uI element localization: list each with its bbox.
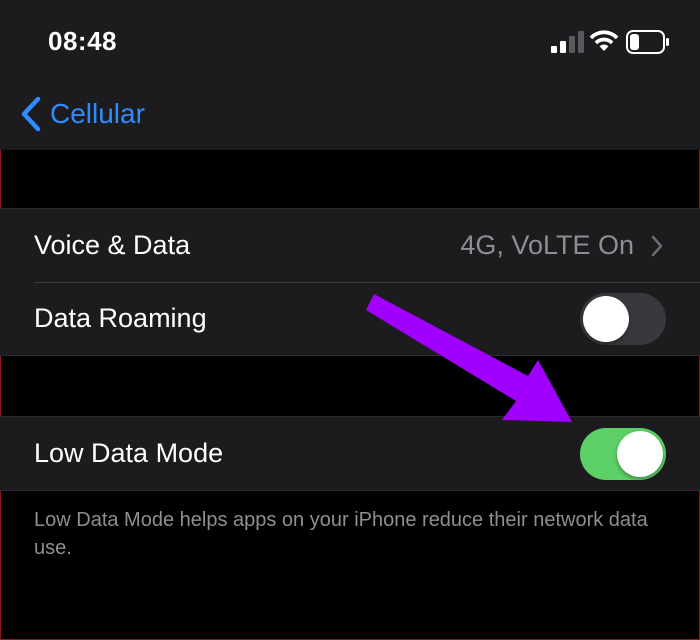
- data-roaming-label: Data Roaming: [34, 303, 207, 333]
- back-label: Cellular: [50, 98, 145, 129]
- voice-data-label: Voice & Data: [34, 230, 191, 260]
- settings-group-cellular: Voice & Data 4G, VoLTE On Data Roaming: [0, 208, 700, 356]
- voice-data-row[interactable]: Voice & Data 4G, VoLTE On: [0, 209, 700, 282]
- toggle-knob: [617, 430, 663, 477]
- data-roaming-row: Data Roaming: [0, 282, 700, 355]
- wifi-icon: [589, 30, 619, 51]
- low-data-mode-row: Low Data Mode: [0, 417, 700, 490]
- status-bar: 08:48: [0, 0, 700, 80]
- settings-group-low-data: Low Data Mode: [0, 416, 700, 491]
- low-data-mode-label: Low Data Mode: [34, 438, 224, 468]
- voice-data-value: 4G, VoLTE On: [460, 230, 634, 260]
- status-time: 08:48: [48, 26, 117, 56]
- toggle-knob: [583, 295, 629, 342]
- signal-icon: [551, 31, 584, 53]
- chevron-right-icon: [651, 235, 663, 256]
- battery-icon: [626, 30, 669, 54]
- low-data-mode-toggle[interactable]: [580, 427, 666, 480]
- chevron-left-icon: [21, 96, 41, 132]
- back-button[interactable]: Cellular: [18, 94, 145, 134]
- data-roaming-toggle[interactable]: [580, 292, 666, 345]
- navigation-bar: Cellular: [0, 80, 700, 150]
- low-data-mode-footer: Low Data Mode helps apps on your iPhone …: [34, 509, 648, 559]
